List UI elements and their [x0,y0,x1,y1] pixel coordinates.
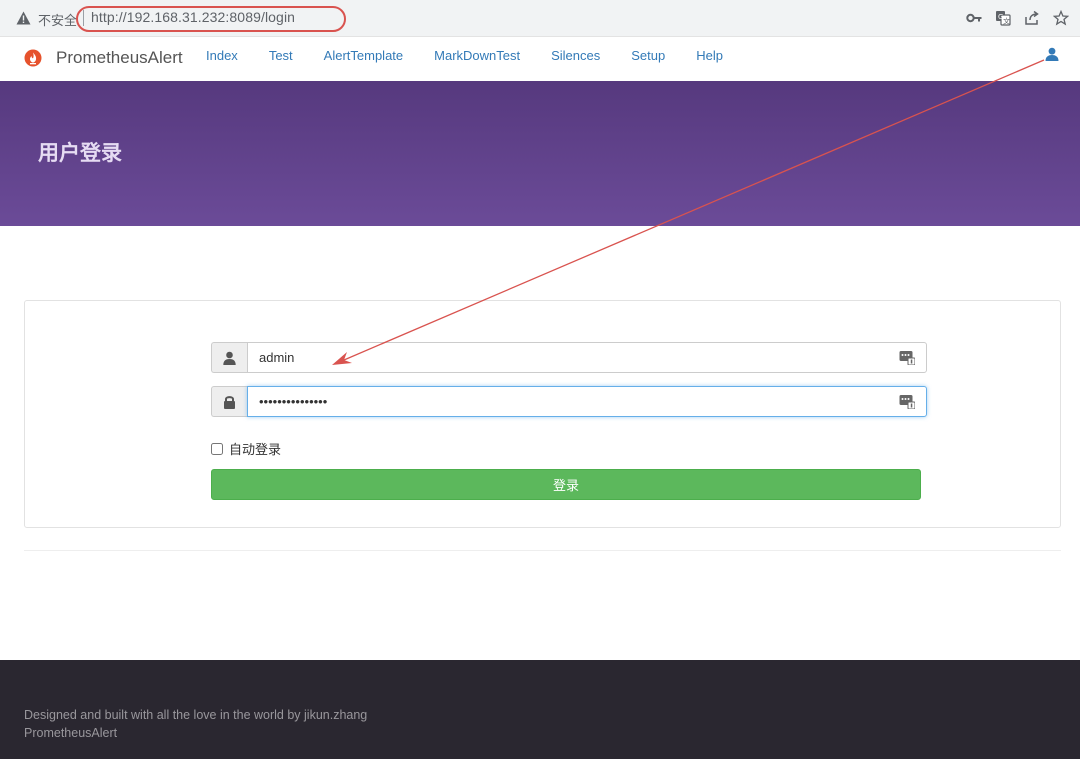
password-manager-icon[interactable] [899,350,915,365]
nav-link-help[interactable]: Help [696,48,723,63]
browser-address-bar: 不安全 http://192.168.31.232:8089/login G 文 [0,0,1080,37]
remember-label: 自动登录 [229,442,282,457]
lock-icon [224,396,235,409]
password-group [211,386,927,417]
password-field[interactable] [247,386,927,417]
nav-link-markdowntest[interactable]: MarkDownTest [434,48,520,63]
username-field[interactable] [247,342,927,373]
remember-checkbox[interactable] [211,442,223,455]
footer: Designed and built with all the love in … [0,660,1080,759]
nav-link-silences[interactable]: Silences [551,48,600,63]
nav-link-test[interactable]: Test [269,48,293,63]
navbar: PrometheusAlert Index Test AlertTemplate… [0,37,1080,81]
share-icon[interactable] [1024,10,1040,26]
password-manager-icon[interactable] [899,394,915,409]
star-icon[interactable] [1053,10,1069,26]
url-annotation-highlight [76,6,346,32]
nav-link-setup[interactable]: Setup [631,48,665,63]
nav-link-alerttemplate[interactable]: AlertTemplate [324,48,403,63]
prometheus-logo-icon[interactable] [24,49,42,67]
username-addon [211,342,247,373]
nav-link-index[interactable]: Index [206,48,238,63]
warning-icon[interactable] [16,11,31,25]
divider [24,550,1061,551]
page-title: 用户登录 [38,142,122,165]
user-icon [223,351,236,365]
nav-links: Index Test AlertTemplate MarkDownTest Si… [206,48,754,63]
remember-me[interactable]: 自动登录 [211,439,281,458]
brand-name[interactable]: PrometheusAlert [56,48,183,68]
password-addon [211,386,247,417]
footer-credit: Designed and built with all the love in … [24,708,368,722]
key-icon[interactable] [966,10,982,26]
user-icon[interactable] [1045,47,1059,61]
security-label[interactable]: 不安全 [38,10,77,29]
login-button[interactable]: 登录 [211,469,921,500]
translate-icon[interactable]: G 文 [995,10,1011,26]
footer-brand: PrometheusAlert [24,726,118,740]
username-group [211,342,927,373]
svg-text:文: 文 [1003,17,1010,26]
hero-banner: 用户登录 [0,81,1080,226]
